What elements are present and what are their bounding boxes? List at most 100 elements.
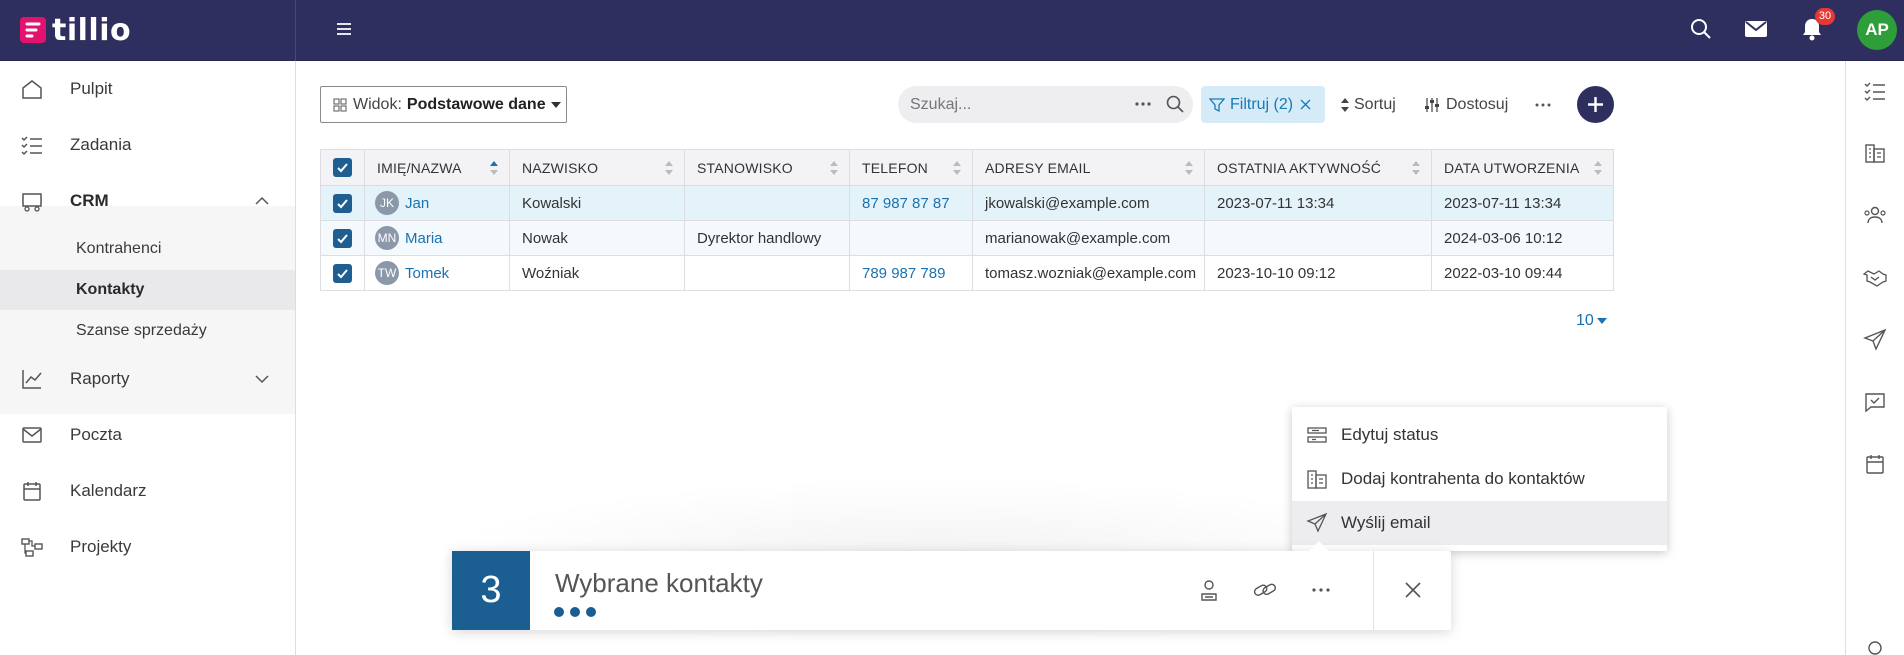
sidebar-item-crm[interactable]: CRM xyxy=(0,173,295,229)
sidebar-item-raporty[interactable]: Raporty xyxy=(0,351,295,407)
table-row[interactable]: TW Tomek Woźniak 789 987 789 tomasz.wozni… xyxy=(321,256,1614,291)
cell-created: 2022-03-10 09:44 xyxy=(1432,256,1614,290)
cell-created: 2023-07-11 13:34 xyxy=(1432,186,1614,220)
search-input[interactable] xyxy=(910,95,1115,114)
sidebar-subitem-szanse-sprzedazy[interactable]: Szanse sprzedaży xyxy=(0,311,295,351)
sidebar-subitem-kontakty[interactable]: Kontakty xyxy=(0,270,295,310)
cell-last-activity xyxy=(1205,221,1432,255)
row-checkbox[interactable] xyxy=(321,256,365,290)
cell-phone[interactable] xyxy=(850,221,973,255)
customize-button[interactable]: Dostosuj xyxy=(1424,86,1508,123)
sort-icon xyxy=(1411,160,1421,176)
notifications-badge: 30 xyxy=(1815,8,1835,25)
cell-position xyxy=(685,186,850,220)
view-selector-button[interactable]: Widok: Podstawowe dane xyxy=(320,86,567,123)
chat-check-icon[interactable] xyxy=(1863,390,1887,414)
view-value: Podstawowe dane xyxy=(406,95,546,113)
page-size-selector[interactable]: 10 xyxy=(1576,312,1607,330)
menu-toggle-icon[interactable] xyxy=(332,17,356,41)
column-header-name[interactable]: IMIĘ/NAZWA xyxy=(365,150,510,185)
search-icon[interactable] xyxy=(1688,16,1714,42)
home-icon xyxy=(20,77,44,101)
row-checkbox[interactable] xyxy=(321,221,365,255)
contact-name-link[interactable]: Tomek xyxy=(405,265,449,282)
logo[interactable]: tillio xyxy=(20,12,132,48)
send-icon[interactable] xyxy=(1863,328,1887,352)
search-icon[interactable] xyxy=(1165,94,1185,114)
plus-icon xyxy=(1588,97,1603,112)
contact-name-link[interactable]: Jan xyxy=(405,195,429,212)
sidebar-item-pulpit[interactable]: Pulpit xyxy=(0,61,295,117)
menu-item-label: Edytuj status xyxy=(1341,425,1439,444)
sort-icon xyxy=(829,160,839,176)
assign-user-icon[interactable] xyxy=(1196,577,1222,603)
cell-email: tomasz.wozniak@example.com xyxy=(973,256,1205,290)
more-options-icon[interactable] xyxy=(1308,577,1334,603)
select-all-checkbox[interactable] xyxy=(321,150,365,185)
menu-item-edit-status[interactable]: Edytuj status xyxy=(1292,413,1667,457)
column-header-label: IMIĘ/NAZWA xyxy=(377,159,462,176)
column-header-surname[interactable]: NAZWISKO xyxy=(510,150,685,185)
checkbox-checked-icon xyxy=(333,193,352,213)
sort-icon xyxy=(1340,97,1350,112)
table-row[interactable]: MN Maria Nowak Dyrektor handlowy marianow… xyxy=(321,221,1614,256)
calendar-icon xyxy=(20,479,44,503)
logo-text: tillio xyxy=(52,12,132,48)
column-header-position[interactable]: STANOWISKO xyxy=(685,150,850,185)
sidebar-item-label: Kalendarz xyxy=(70,481,147,500)
add-contact-button[interactable] xyxy=(1577,86,1614,123)
right-toolbar xyxy=(1845,61,1904,655)
cell-name: TW Tomek xyxy=(365,256,510,290)
menu-item-send-email[interactable]: Wyślij email xyxy=(1292,501,1667,545)
sidebar-item-projekty[interactable]: Projekty xyxy=(0,519,295,575)
sidebar-subitem-kontrahenci[interactable]: Kontrahenci xyxy=(0,229,295,269)
more-options-icon[interactable] xyxy=(1534,86,1552,123)
cell-phone[interactable]: 789 987 789 xyxy=(850,256,973,290)
close-icon[interactable] xyxy=(1300,99,1311,110)
caret-down-icon xyxy=(550,101,561,109)
contact-name-link[interactable]: Maria xyxy=(405,230,443,247)
sidebar-item-kalendarz[interactable]: Kalendarz xyxy=(0,463,295,519)
projects-icon xyxy=(20,535,44,559)
menu-item-add-company[interactable]: Dodaj kontrahenta do kontaktów xyxy=(1292,457,1667,501)
checkbox-checked-icon xyxy=(333,158,352,177)
close-icon[interactable] xyxy=(1400,577,1426,603)
handshake-icon[interactable] xyxy=(1862,265,1887,289)
chart-icon xyxy=(20,367,44,391)
table-row[interactable]: JK Jan Kowalski 87 987 87 87 jkowalski@ex… xyxy=(321,186,1614,221)
top-bar: tillio 30 AP xyxy=(0,0,1904,61)
sidebar-item-label: Projekty xyxy=(70,537,132,556)
app-window: tillio 30 AP Pulpit Zadania CRM Kontrahe… xyxy=(0,0,1904,655)
page-size-value: 10 xyxy=(1576,312,1594,329)
column-header-phone[interactable]: TELEFON xyxy=(850,150,973,185)
sidebar-item-zadania[interactable]: Zadania xyxy=(0,117,295,173)
row-checkbox[interactable] xyxy=(321,186,365,220)
column-header-created[interactable]: DATA UTWORZENIA xyxy=(1432,150,1614,185)
menu-item-label: Dodaj kontrahenta do kontaktów xyxy=(1341,469,1585,488)
column-header-label: STANOWISKO xyxy=(697,159,793,176)
more-options-icon[interactable] xyxy=(1134,95,1152,113)
user-avatar[interactable]: AP xyxy=(1857,10,1897,50)
sidebar-item-poczta[interactable]: Poczta xyxy=(0,407,295,463)
cell-phone[interactable]: 87 987 87 87 xyxy=(850,186,973,220)
column-header-label: OSTATNIA AKTYWNOŚĆ xyxy=(1217,159,1382,176)
column-header-email[interactable]: ADRESY EMAIL xyxy=(973,150,1205,185)
column-header-label: DATA UTWORZENIA xyxy=(1444,159,1580,176)
cell-name: MN Maria xyxy=(365,221,510,255)
calendar-icon[interactable] xyxy=(1863,452,1887,476)
checklist-icon[interactable] xyxy=(1863,79,1887,103)
settings-icon[interactable] xyxy=(1863,636,1887,655)
people-icon[interactable] xyxy=(1863,203,1887,227)
link-icon[interactable] xyxy=(1252,577,1278,603)
send-icon xyxy=(1306,512,1328,534)
cell-position xyxy=(685,256,850,290)
search-field[interactable] xyxy=(898,86,1193,123)
sort-button[interactable]: Sortuj xyxy=(1340,86,1396,123)
caret-down-icon xyxy=(1596,317,1607,325)
envelope-icon[interactable] xyxy=(1743,16,1769,42)
filter-button[interactable]: Filtruj (2) xyxy=(1201,86,1325,123)
column-header-last-activity[interactable]: OSTATNIA AKTYWNOŚĆ xyxy=(1205,150,1432,185)
table-header-row: IMIĘ/NAZWA NAZWISKO STANOWISKO TELEFON A… xyxy=(321,150,1614,186)
building-icon[interactable] xyxy=(1863,141,1887,165)
chevron-up-icon xyxy=(253,192,271,210)
